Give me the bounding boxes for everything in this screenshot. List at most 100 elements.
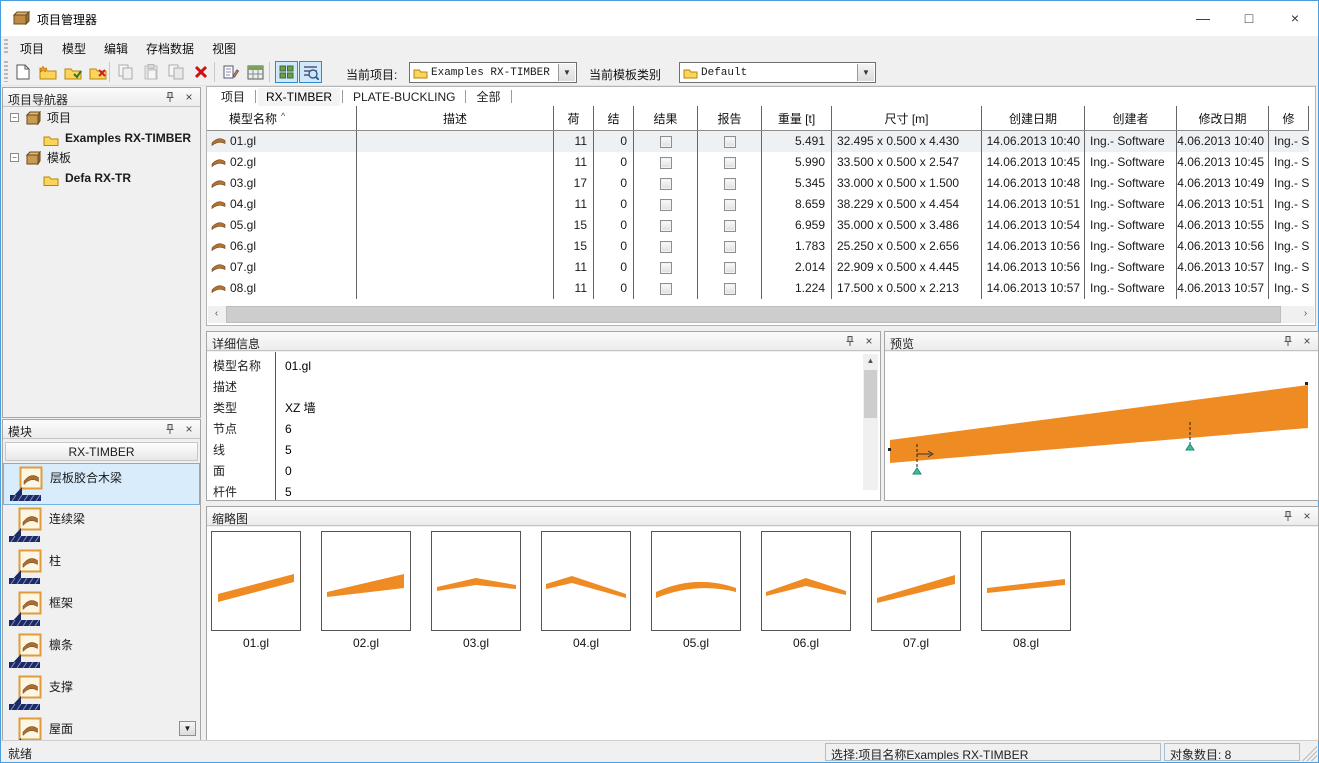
module-item-6[interactable]: 屋面 [3,715,200,740]
vertical-scrollbar[interactable]: ▲ [863,354,878,490]
thumbnail-image[interactable] [541,531,631,631]
table-row[interactable]: 05.gl1506.95935.000 x 0.500 x 3.48614.06… [207,215,1309,236]
preview-canvas[interactable] [885,352,1318,500]
description-cell[interactable] [357,194,554,215]
column-header-7[interactable]: 尺寸 [m] [832,106,982,130]
tree-expander-icon[interactable]: − [10,113,19,122]
detail-value[interactable]: 5 [285,482,292,503]
module-item-2[interactable]: 柱 [3,547,200,589]
tab-全部[interactable]: 全部 [468,86,508,107]
view-details-toggle[interactable] [299,61,322,83]
report-checkbox[interactable] [724,241,736,253]
thumbnail-image[interactable] [321,531,411,631]
menu-item-2[interactable]: 编辑 [95,36,137,60]
pin-icon[interactable] [164,91,178,104]
scroll-right-arrow[interactable]: › [1297,306,1314,323]
results-checkbox[interactable] [660,220,672,232]
close-icon[interactable]: × [182,89,196,105]
thumbnail-item-6[interactable]: 07.gl [871,531,961,650]
close-icon[interactable]: × [1300,508,1314,524]
close-icon[interactable]: × [1300,333,1314,349]
menu-grip[interactable] [4,39,8,55]
model-name-cell[interactable]: 08.gl [207,278,357,299]
thumbnail-item-1[interactable]: 02.gl [321,531,411,650]
description-cell[interactable] [357,278,554,299]
rename-button[interactable] [219,61,242,83]
menu-item-1[interactable]: 模型 [53,36,95,60]
menu-item-3[interactable]: 存档数据 [137,36,203,60]
table-row[interactable]: 06.gl1501.78325.250 x 0.500 x 2.65614.06… [207,236,1309,257]
properties-button[interactable] [244,61,267,83]
tab-项目[interactable]: 项目 [213,86,253,107]
model-name-cell[interactable]: 04.gl [207,194,357,215]
combo-arrow-icon[interactable]: ▼ [857,64,874,81]
detail-value[interactable]: 6 [285,419,292,440]
results-checkbox[interactable] [660,241,672,253]
model-name-cell[interactable]: 07.gl [207,257,357,278]
thumbnail-image[interactable] [981,531,1071,631]
column-header-9[interactable]: 创建者 [1085,106,1177,130]
horizontal-scrollbar[interactable]: ‹ › [208,306,1314,323]
paste-icon[interactable] [139,61,162,83]
menu-item-4[interactable]: 视图 [203,36,245,60]
table-row[interactable]: 02.gl1105.99033.500 x 0.500 x 2.54714.06… [207,152,1309,173]
table-row[interactable]: 01.gl1105.49132.495 x 0.500 x 4.43014.06… [207,131,1309,152]
thumbnail-image[interactable] [431,531,521,631]
thumbnail-item-7[interactable]: 08.gl [981,531,1071,650]
new-model-button[interactable] [11,61,34,83]
manage-projects-button[interactable] [86,61,109,83]
view-thumbnails-toggle[interactable] [275,61,298,83]
results-checkbox[interactable] [660,136,672,148]
scrollbar-thumb[interactable] [226,306,1281,323]
open-project-button[interactable] [61,61,84,83]
toolbar-grip[interactable] [4,61,8,82]
pin-icon[interactable] [1282,335,1296,348]
new-project-button[interactable] [36,61,59,83]
module-item-3[interactable]: 框架 [3,589,200,631]
column-header-1[interactable]: 描述 [357,106,554,130]
column-header-3[interactable]: 结 [594,106,634,130]
pin-icon[interactable] [164,423,178,436]
module-item-0[interactable]: 层板胶合木梁 [3,463,200,505]
column-header-10[interactable]: 修改日期 [1177,106,1269,130]
module-item-4[interactable]: 檩条 [3,631,200,673]
table-row[interactable]: 03.gl1705.34533.000 x 0.500 x 1.50014.06… [207,173,1309,194]
combo-arrow-icon[interactable]: ▼ [558,64,575,81]
description-cell[interactable] [357,152,554,173]
results-checkbox[interactable] [660,199,672,211]
report-checkbox[interactable] [724,157,736,169]
detail-value[interactable]: 0 [285,461,292,482]
close-button[interactable]: × [1272,1,1318,35]
tab-plate-buckling[interactable]: PLATE-BUCKLING [345,88,463,106]
report-checkbox[interactable] [724,220,736,232]
module-item-1[interactable]: 连续梁 [3,505,200,547]
minimize-button[interactable]: — [1180,1,1226,35]
close-icon[interactable]: × [182,421,196,437]
results-checkbox[interactable] [660,178,672,190]
table-row[interactable]: 07.gl1102.01422.909 x 0.500 x 4.44514.06… [207,257,1309,278]
table-row[interactable]: 08.gl1101.22417.500 x 0.500 x 2.21314.06… [207,278,1309,299]
results-checkbox[interactable] [660,157,672,169]
model-name-cell[interactable]: 03.gl [207,173,357,194]
column-header-11[interactable]: 修 [1269,106,1309,130]
model-name-cell[interactable]: 02.gl [207,152,357,173]
close-icon[interactable]: × [862,333,876,349]
tree-expander-icon[interactable]: − [10,153,19,162]
description-cell[interactable] [357,215,554,236]
tree-child-1[interactable]: Defa RX-TR [3,168,200,188]
column-header-0[interactable]: 模型名称^ [207,106,357,130]
report-checkbox[interactable] [724,178,736,190]
thumbnail-item-0[interactable]: 01.gl [211,531,301,650]
scrollbar-thumb[interactable] [864,370,877,418]
model-name-cell[interactable]: 05.gl [207,215,357,236]
thumbnail-image[interactable] [871,531,961,631]
report-checkbox[interactable] [724,199,736,211]
column-header-5[interactable]: 报告 [698,106,762,130]
pin-icon[interactable] [1282,510,1296,523]
thumbnail-item-3[interactable]: 04.gl [541,531,631,650]
report-checkbox[interactable] [724,136,736,148]
pin-icon[interactable] [844,335,858,348]
description-cell[interactable] [357,131,554,152]
description-cell[interactable] [357,236,554,257]
results-checkbox[interactable] [660,283,672,295]
